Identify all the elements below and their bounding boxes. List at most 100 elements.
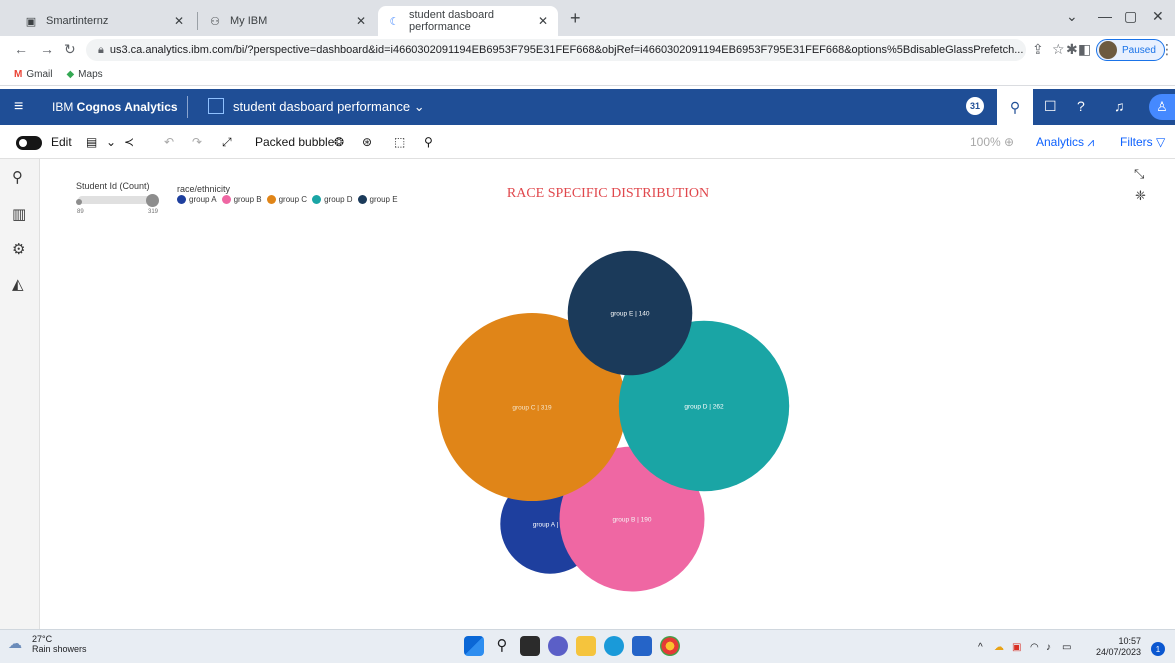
edge-icon[interactable]	[604, 636, 624, 656]
file-explorer-icon[interactable]	[576, 636, 596, 656]
analytics-label: Analytics	[1036, 135, 1085, 149]
tab-label: Smartinternz	[46, 15, 109, 27]
help-icon[interactable]: ?	[1077, 98, 1085, 114]
extensions-icon[interactable]: ✱	[1066, 41, 1078, 58]
cloud-icon[interactable]: ☁	[994, 642, 1004, 653]
assistant-icon[interactable]: ⚙	[12, 240, 25, 258]
search-icon[interactable]: ⚲	[492, 636, 512, 656]
brand-prefix: IBM	[52, 100, 77, 114]
close-icon[interactable]: ✕	[538, 14, 548, 28]
packed-bubble-chart: group A | 89group B | 190group C | 319 gr…	[438, 250, 790, 592]
close-window-button[interactable]: ✕	[1152, 8, 1164, 25]
battery-icon[interactable]: ▭	[1062, 642, 1071, 653]
brand-product: Cognos Analytics	[76, 100, 178, 114]
notification-badge[interactable]: 1	[1151, 642, 1165, 656]
maps-icon: ◆	[66, 69, 75, 80]
dashboard-icon	[208, 98, 224, 114]
date: 24/07/2023	[1096, 647, 1142, 657]
chevron-down-icon[interactable]: ⌄	[106, 135, 116, 149]
filters-label: Filters	[1120, 135, 1153, 149]
bookmark-maps[interactable]: ◆ Maps	[66, 69, 102, 80]
tab-search-icon[interactable]: ⌄	[1066, 8, 1078, 25]
close-icon[interactable]: ✕	[174, 14, 184, 28]
bookmark-gmail[interactable]: M Gmail	[14, 69, 52, 80]
zoom-icon[interactable]: ⊕	[1004, 135, 1014, 149]
user-icon[interactable]: ♙	[1149, 94, 1175, 120]
bubble-chart-icon[interactable]: ❂	[334, 135, 344, 149]
chevron-down-icon: ⌄	[413, 99, 425, 114]
bubble-label: group C | 319	[512, 405, 552, 412]
tray-chevron-icon[interactable]: ^	[978, 642, 983, 653]
profile-button[interactable]: Paused	[1096, 39, 1165, 61]
task-view-icon[interactable]	[520, 636, 540, 656]
tab-student-dashboard[interactable]: ☾ student dasboard performance ✕	[378, 6, 558, 36]
focus-icon[interactable]: ⬚	[394, 135, 405, 149]
share-icon[interactable]: ⇪	[1032, 41, 1044, 58]
minimize-button[interactable]: —	[1098, 8, 1112, 24]
weather-widget[interactable]: ☁ 27°C Rain showers	[8, 634, 87, 654]
color-palette-icon[interactable]: ⊛	[362, 135, 372, 149]
ibm-icon: ⚇	[210, 15, 220, 28]
back-icon[interactable]: ←	[14, 41, 28, 57]
sidepanel-icon[interactable]: ◧	[1078, 41, 1091, 58]
smartinternz-icon: ▣	[25, 15, 37, 28]
store-icon[interactable]	[632, 636, 652, 656]
volume-icon[interactable]: ♪	[1046, 642, 1051, 653]
chat-app-icon[interactable]	[548, 636, 568, 656]
new-tab-button[interactable]: +	[570, 8, 581, 29]
temperature: 27°C	[32, 634, 53, 644]
bubble-label: group D | 262	[684, 404, 724, 411]
notification-badge[interactable]: 31	[966, 97, 984, 115]
visualizations-icon[interactable]: ▥	[12, 205, 26, 223]
left-rail	[0, 159, 40, 629]
dashboard-switcher[interactable]: student dasboard performance ⌄	[233, 99, 425, 115]
bubble-label: group B | 190	[613, 517, 652, 524]
edit-toggle[interactable]	[16, 136, 42, 150]
trend-icon: ⩘	[1087, 135, 1095, 149]
settings-icon[interactable]: ❈	[1135, 188, 1146, 204]
url-text: us3.ca.analytics.ibm.com/bi/?perspective…	[109, 44, 1024, 56]
bookmark-label: Maps	[78, 69, 103, 80]
bell-icon[interactable]: ♫	[1114, 98, 1125, 114]
bookmarks-bar: M Gmail ◆ Maps	[0, 64, 1175, 86]
tab-label: student dasboard performance	[408, 9, 494, 33]
save-icon[interactable]: ▤	[86, 135, 97, 149]
redo-icon[interactable]: ↷	[192, 135, 202, 149]
search-icon[interactable]: ⚲	[997, 89, 1033, 125]
collapse-icon[interactable]: ⤡	[1134, 166, 1144, 182]
filters-button[interactable]: Filters ▽	[1120, 135, 1165, 149]
zoom-level[interactable]: 100%	[970, 135, 1001, 149]
tab-my-ibm[interactable]: ⚇ My IBM ✕	[198, 6, 376, 36]
edit-label: Edit	[51, 135, 72, 149]
analytics-button[interactable]: Analytics ⩘	[1036, 135, 1094, 150]
url-field[interactable]: 🔒︎ us3.ca.analytics.ibm.com/bi/?perspect…	[86, 39, 1026, 61]
clock[interactable]: 10:57 24/07/2023	[1096, 636, 1141, 658]
weather-text: Rain showers	[32, 644, 87, 654]
filter-icon: ▽	[1156, 135, 1166, 149]
visualization-type[interactable]: Packed bubble	[255, 135, 334, 149]
shapes-icon[interactable]: ◭	[12, 275, 24, 293]
tab-label: My IBM	[230, 15, 268, 27]
pin-icon[interactable]: ⚲	[424, 135, 433, 149]
reload-icon[interactable]: ↻	[64, 41, 76, 58]
bubble-label: group E | 140	[611, 311, 650, 318]
share-icon[interactable]: ≺	[124, 135, 134, 149]
more-menu-icon[interactable]: ⋮	[1160, 41, 1174, 58]
hamburger-menu-icon[interactable]: ≡	[14, 98, 23, 116]
expand-icon[interactable]: ⤢	[222, 135, 232, 150]
close-icon[interactable]: ✕	[356, 14, 366, 28]
pin-icon[interactable]: ⚲	[12, 168, 23, 186]
meet-icon[interactable]: ▣	[1012, 642, 1021, 653]
dashboard-name: student dasboard performance	[233, 99, 411, 114]
start-icon[interactable]	[464, 636, 484, 656]
bookmark-label: Gmail	[26, 69, 53, 80]
cognos-icon: ☾	[389, 15, 400, 28]
restore-button[interactable]: ▢	[1124, 8, 1137, 25]
tab-smartinternz[interactable]: ▣ Smartinternz ✕	[14, 6, 194, 36]
chat-icon[interactable]: ☐	[1044, 98, 1057, 115]
forward-icon[interactable]: →	[40, 41, 54, 57]
chrome-icon[interactable]	[660, 636, 680, 656]
undo-icon[interactable]: ↶	[164, 135, 174, 149]
bookmark-star-icon[interactable]: ☆	[1052, 41, 1065, 58]
wifi-icon[interactable]: ◠	[1030, 642, 1039, 653]
